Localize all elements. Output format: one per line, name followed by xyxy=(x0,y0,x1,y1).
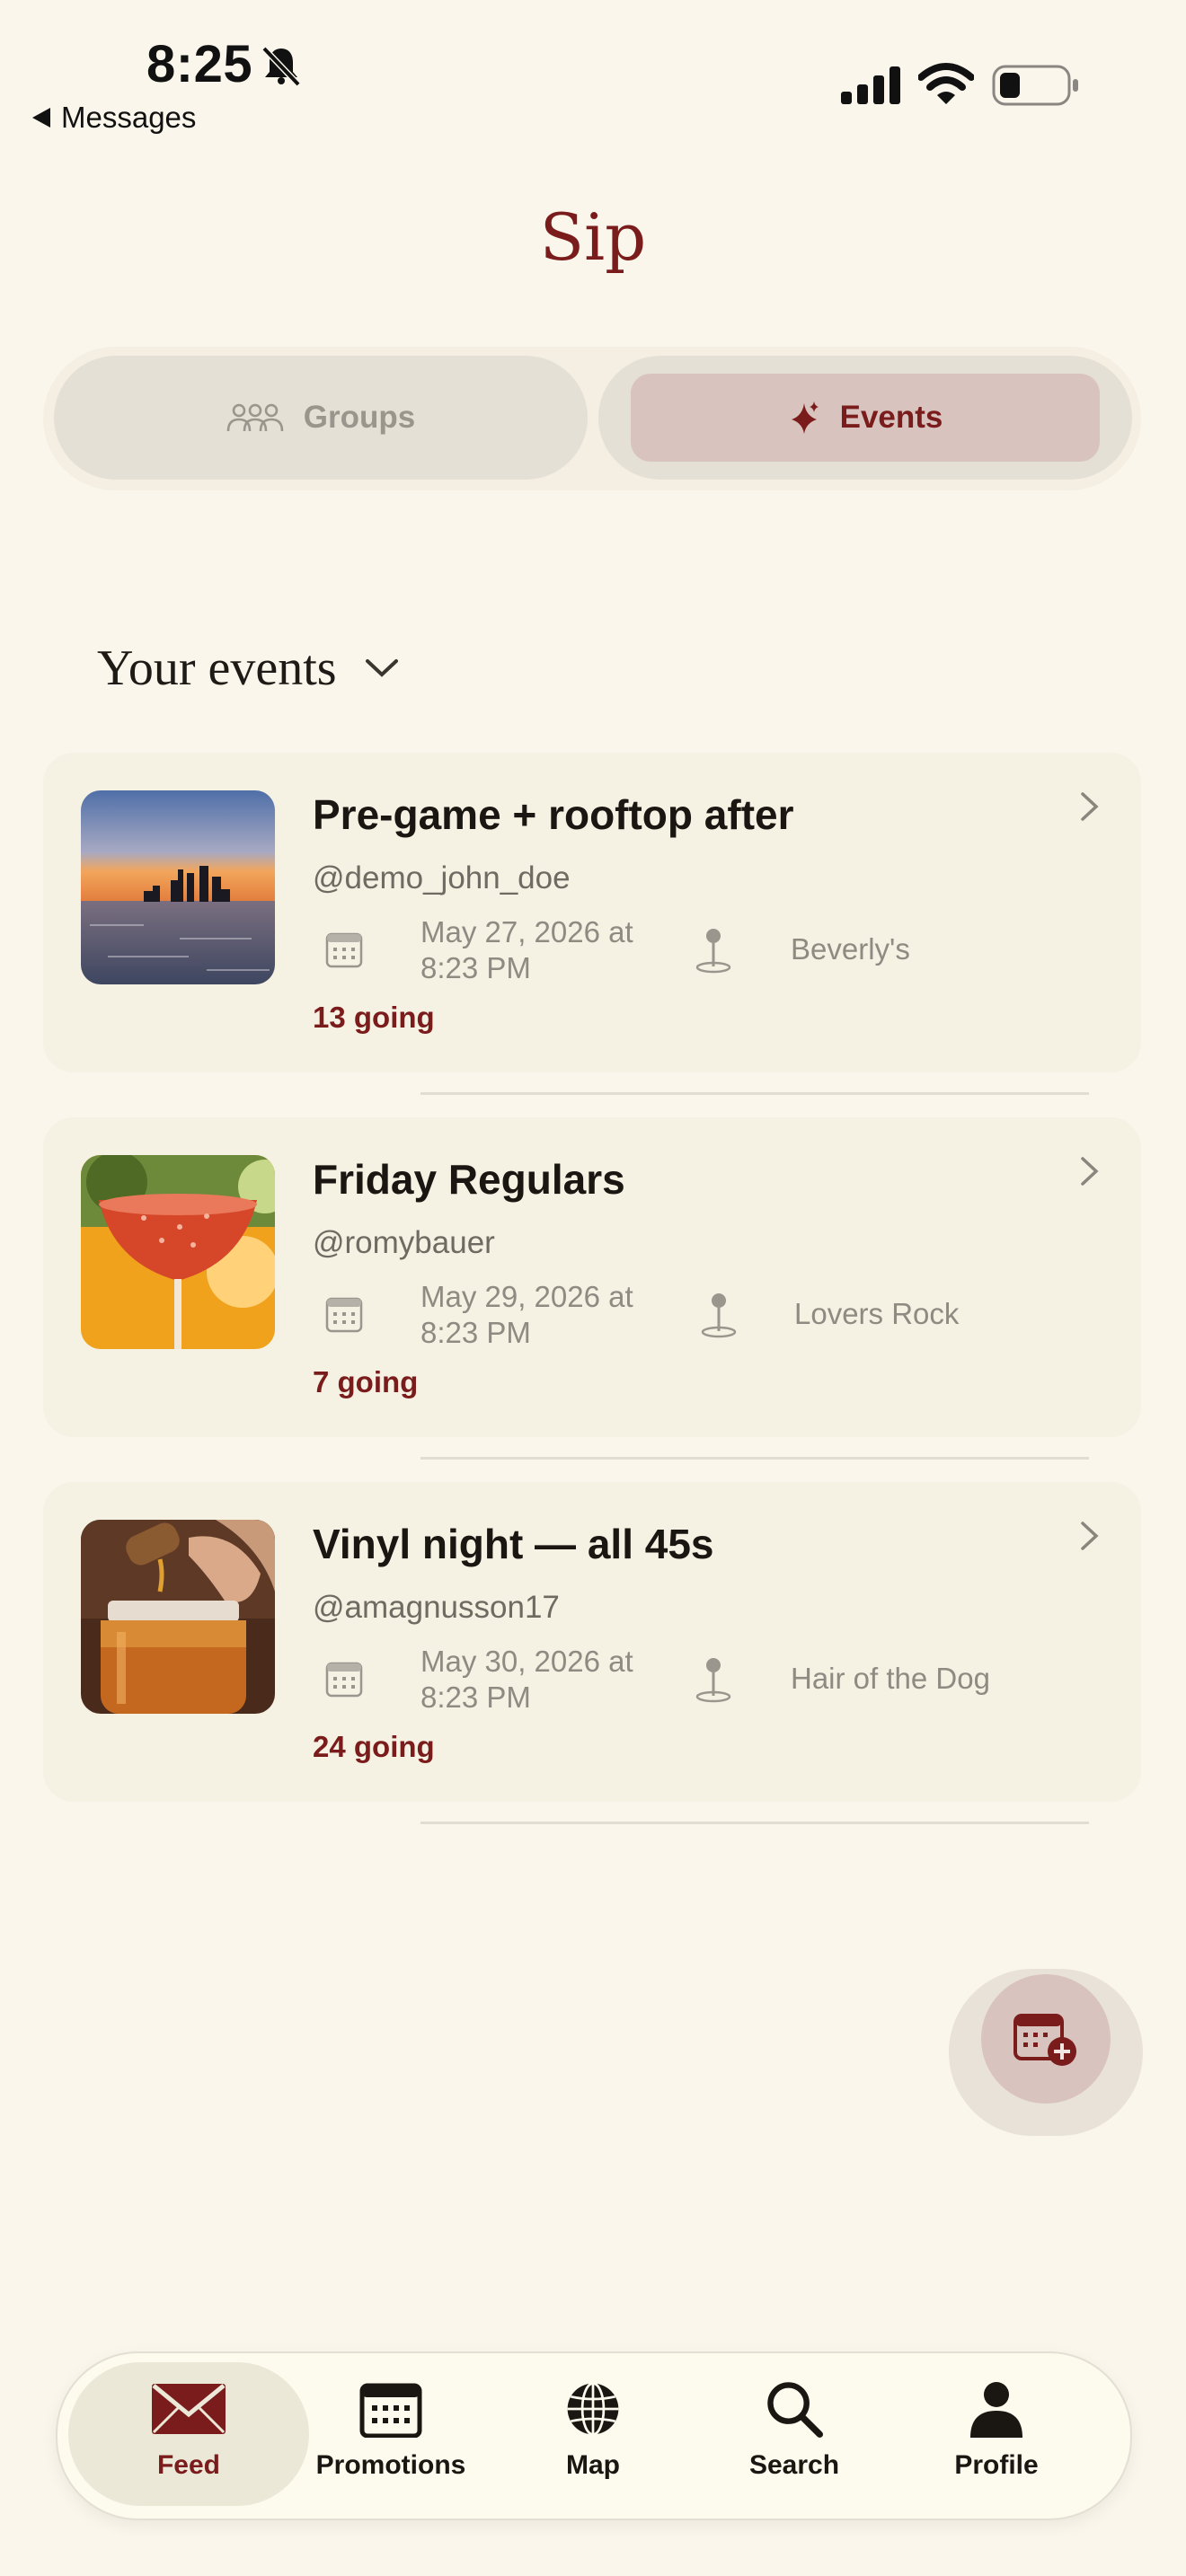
event-date-line2: 8:23 PM xyxy=(420,1681,531,1714)
globe-icon xyxy=(567,2382,619,2436)
calendar-add-icon xyxy=(1013,2014,1076,2066)
tab-profile[interactable]: Profile xyxy=(898,2380,1095,2481)
chevron-right-icon xyxy=(1081,792,1099,821)
person-icon xyxy=(970,2382,1022,2438)
event-host[interactable]: @romybauer xyxy=(313,1225,495,1261)
section-title: Your events xyxy=(97,640,337,696)
tab-search[interactable]: Search xyxy=(695,2380,893,2481)
divider xyxy=(420,1822,1089,1824)
event-place: Hair of the Dog xyxy=(791,1662,990,1695)
divider xyxy=(420,1092,1089,1095)
chevron-right-icon xyxy=(1081,1522,1099,1550)
event-date-line1: May 30, 2026 at xyxy=(420,1645,633,1678)
groups-tab[interactable]: Groups xyxy=(54,356,588,480)
event-date-line1: May 29, 2026 at xyxy=(420,1280,633,1313)
location-pin-icon xyxy=(701,1293,737,1338)
chevron-down-icon xyxy=(365,659,398,677)
your-events-dropdown[interactable]: Your events xyxy=(97,640,400,697)
event-title: Vinyl night — all 45s xyxy=(313,1521,714,1567)
event-place: Beverly's xyxy=(791,932,910,966)
event-attendance: 7 going xyxy=(313,1365,419,1398)
tab-feed[interactable]: Feed xyxy=(90,2380,288,2481)
cellular-signal-icon xyxy=(841,66,900,104)
calendar-icon xyxy=(325,1662,363,1698)
calendar-grid-icon xyxy=(359,2383,422,2438)
tab-profile-label: Profile xyxy=(954,2450,1039,2480)
back-label: Messages xyxy=(61,101,197,134)
groups-tab-label: Groups xyxy=(303,400,416,435)
divider xyxy=(420,1457,1089,1460)
event-date-line2: 8:23 PM xyxy=(420,1316,531,1349)
chevron-right-icon xyxy=(1081,1157,1099,1186)
create-event-button[interactable] xyxy=(981,1974,1111,2104)
event-photo-honey-jar xyxy=(81,1520,275,1714)
events-tab-label: Events xyxy=(839,400,943,435)
location-pin-icon xyxy=(695,929,731,974)
event-photo-cocktail xyxy=(81,1155,275,1349)
event-date-line2: 8:23 PM xyxy=(420,951,531,984)
events-tab[interactable]: Events xyxy=(631,374,1100,462)
calendar-icon xyxy=(325,1297,363,1333)
search-icon xyxy=(767,2382,823,2438)
tab-search-label: Search xyxy=(748,2450,840,2480)
event-place: Lovers Rock xyxy=(794,1297,960,1330)
status-time: 8:25 xyxy=(146,35,253,93)
event-date: May 29, 2026 at 8:23 PM xyxy=(420,1279,633,1351)
back-to-messages-link[interactable]: Messages xyxy=(32,101,196,135)
event-title: Friday Regulars xyxy=(313,1156,625,1203)
event-photo-sunset-skyline xyxy=(81,790,275,984)
event-date: May 27, 2026 at 8:23 PM xyxy=(420,914,633,986)
tab-map-label: Map xyxy=(566,2450,620,2480)
tab-feed-label: Feed xyxy=(156,2450,221,2480)
tab-promotions[interactable]: Promotions xyxy=(292,2380,490,2481)
tab-map[interactable]: Map xyxy=(494,2380,692,2481)
event-attendance: 24 going xyxy=(313,1730,435,1763)
location-pin-icon xyxy=(695,1658,731,1703)
battery-icon xyxy=(992,65,1078,106)
event-attendance: 13 going xyxy=(313,1001,435,1034)
wifi-icon xyxy=(918,63,974,104)
event-host[interactable]: @amagnusson17 xyxy=(313,1590,560,1626)
app-title: Sip xyxy=(539,199,647,275)
groups-icon xyxy=(226,403,284,432)
event-date-line1: May 27, 2026 at xyxy=(420,915,633,948)
event-host[interactable]: @demo_john_doe xyxy=(313,860,571,896)
calendar-icon xyxy=(325,932,363,968)
back-arrow-icon xyxy=(32,108,50,128)
tab-promotions-label: Promotions xyxy=(315,2450,466,2480)
event-date: May 30, 2026 at 8:23 PM xyxy=(420,1644,633,1716)
sparkle-icon xyxy=(791,401,819,434)
silent-bell-icon xyxy=(261,46,301,87)
event-title: Pre-game + rooftop after xyxy=(313,791,794,838)
envelope-icon xyxy=(152,2384,226,2434)
